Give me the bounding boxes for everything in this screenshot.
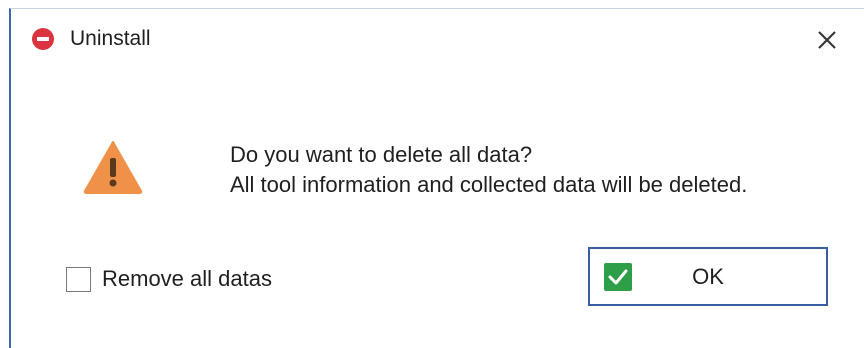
remove-all-datas-checkbox[interactable]: [66, 266, 91, 292]
warning-icon: [83, 140, 143, 194]
close-button[interactable]: [810, 23, 844, 57]
ok-button[interactable]: OK: [588, 247, 828, 306]
message-line-1: Do you want to delete all data?: [230, 142, 533, 167]
title-bar: Uninstall: [11, 9, 864, 71]
remove-all-datas-label: Remove all datas: [102, 266, 272, 291]
window-title: Uninstall: [70, 27, 151, 50]
close-icon: [818, 31, 836, 49]
remove-all-datas-option[interactable]: Remove all datas: [66, 264, 272, 294]
message-line-2: All tool information and collected data …: [230, 172, 748, 197]
ok-button-label: OK: [692, 264, 724, 289]
stop-icon: [32, 28, 54, 50]
dialog-message: Do you want to delete all data? All tool…: [230, 140, 747, 200]
checkmark-icon: [604, 263, 632, 291]
uninstall-dialog: Uninstall Do you want to delete all data…: [9, 8, 864, 348]
